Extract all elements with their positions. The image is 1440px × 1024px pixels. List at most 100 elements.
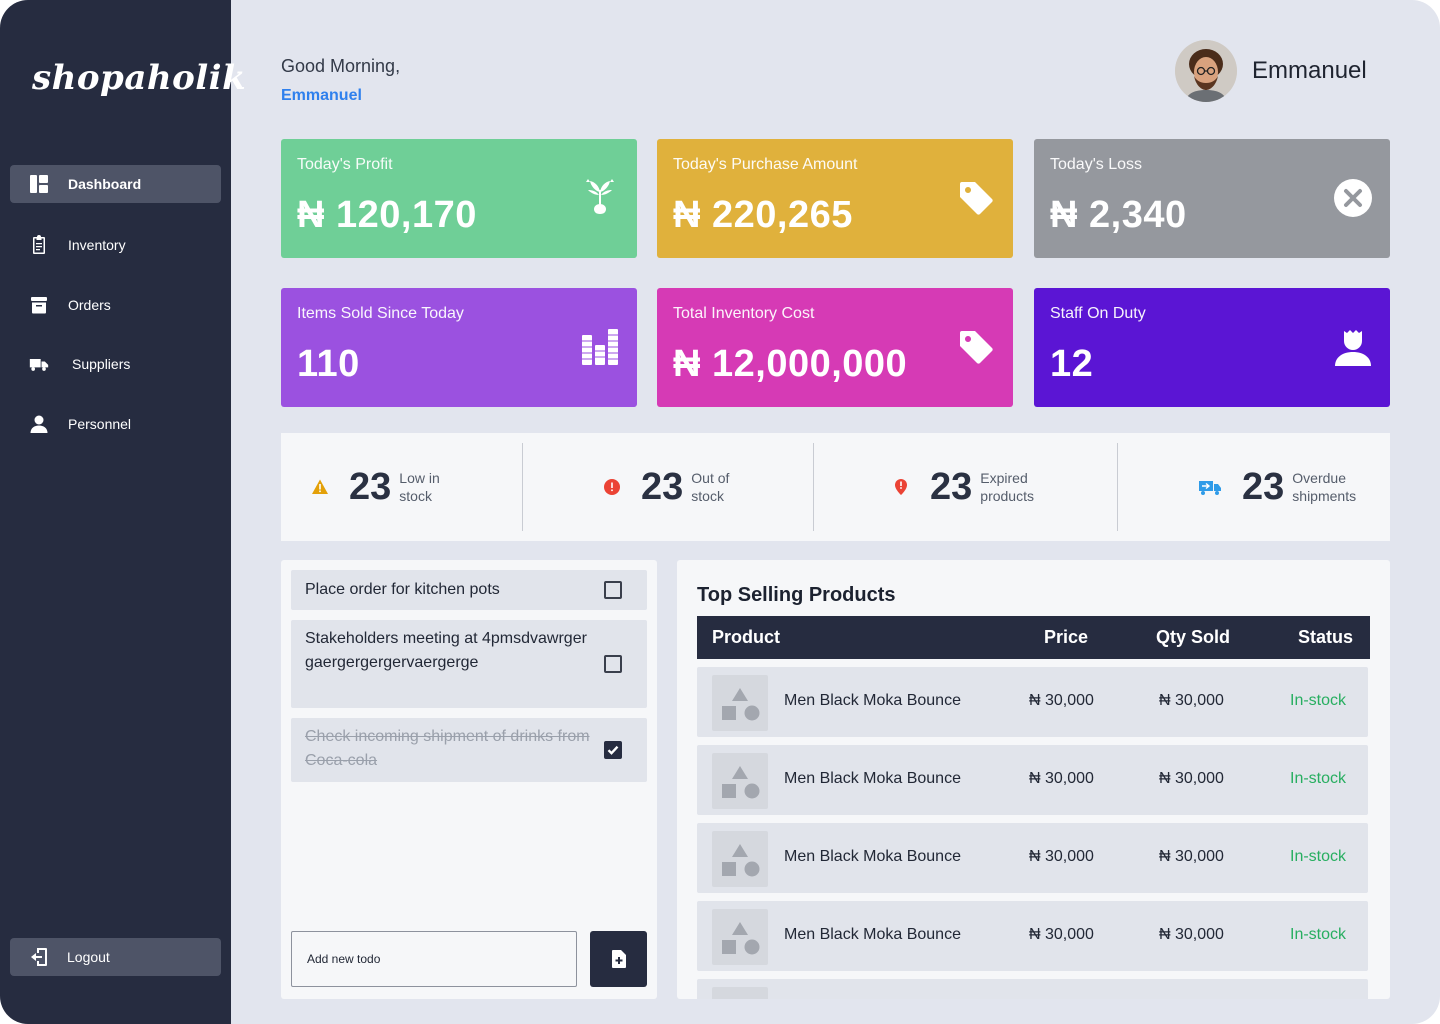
- alert-expired-products[interactable]: 23 Expired products: [892, 433, 1050, 541]
- product-qty-sold: ₦ 30,000: [1159, 926, 1224, 943]
- brand-logo: shopaholik: [32, 58, 247, 98]
- column-header-qty-sold: Qty Sold: [1156, 627, 1231, 647]
- product-image-placeholder-icon: [712, 909, 768, 965]
- person-icon: [28, 413, 50, 435]
- map-pin-alert-icon: [895, 479, 907, 495]
- table-row[interactable]: Men Black Moka Bounce ₦ 30,000 ₦ 30,000 …: [697, 901, 1368, 971]
- sidebar-item-inventory[interactable]: Inventory: [10, 226, 221, 264]
- alert-label: Overdue shipments: [1292, 470, 1357, 504]
- sidebar-item-label: Dashboard: [68, 176, 142, 192]
- todo-text: Stakeholders meeting at 4pmsdvawrgergaer…: [305, 630, 587, 671]
- sidebar-item-label: Orders: [68, 297, 111, 313]
- app-frame: shopaholik Dashboard Inventory Orders Su…: [0, 0, 1440, 1024]
- alert-overdue-shipments[interactable]: 23 Overdue shipments: [1198, 433, 1367, 541]
- alert-low-in-stock[interactable]: 23 Low in stock: [311, 433, 459, 541]
- price-tag-icon: [955, 326, 997, 368]
- card-staff-on-duty: Staff On Duty 12: [1034, 288, 1390, 407]
- alert-count: 23: [1242, 465, 1285, 508]
- divider: [1117, 443, 1118, 531]
- bar-chart-icon: [579, 326, 621, 368]
- card-todays-profit: Today's Profit ₦ 120,170: [281, 139, 637, 258]
- greeting-name: Emmanuel: [281, 87, 362, 104]
- status-badge: In-stock: [1290, 770, 1347, 787]
- todo-item[interactable]: Place order for kitchen pots: [291, 570, 647, 610]
- greeting-text: Good Morning,: [281, 56, 401, 76]
- alert-out-of-stock[interactable]: 23 Out of stock: [603, 433, 746, 541]
- x-circle-icon: [1332, 177, 1374, 219]
- card-value: ₦ 2,340: [1050, 194, 1187, 236]
- alert-label: Out of stock: [691, 470, 730, 504]
- shipping-truck-icon: [1199, 481, 1221, 495]
- logout-icon: [28, 946, 50, 968]
- product-name: Men Black Moka Bounce: [784, 926, 961, 943]
- sidebar-item-dashboard[interactable]: Dashboard: [10, 165, 221, 203]
- todo-checkbox[interactable]: [604, 655, 622, 673]
- logout-label: Logout: [67, 949, 110, 965]
- card-value: ₦ 220,265: [673, 194, 853, 236]
- archive-box-icon: [28, 294, 50, 316]
- todo-item[interactable]: Stakeholders meeting at 4pmsdvawrgergaer…: [291, 620, 647, 708]
- sidebar-item-label: Personnel: [68, 416, 132, 432]
- card-title: Items Sold Since Today: [297, 305, 464, 322]
- sidebar: shopaholik Dashboard Inventory Orders Su…: [0, 0, 246, 1024]
- section-title: Top Selling Products: [697, 584, 896, 606]
- todo-text: Check incoming shipment of drinks from C…: [305, 728, 590, 769]
- table-row[interactable]: Men Black Moka Bounce ₦ 30,000 ₦ 30,000 …: [697, 823, 1368, 893]
- new-todo-input[interactable]: [291, 931, 577, 987]
- delivery-truck-icon: [28, 353, 50, 375]
- todo-checkbox[interactable]: [604, 581, 622, 599]
- divider: [522, 443, 523, 531]
- sidebar-item-label: Inventory: [68, 237, 126, 253]
- card-total-inventory-cost: Total Inventory Cost ₦ 12,000,000: [657, 288, 1013, 407]
- card-value: 12: [1050, 343, 1094, 385]
- table-row[interactable]: Men Black Moka Bounce ₦ 30,000 ₦ 30,000 …: [697, 745, 1368, 815]
- column-header-price: Price: [1044, 627, 1089, 647]
- card-title: Today's Profit: [297, 156, 393, 173]
- todo-panel: Place order for kitchen pots Stakeholder…: [281, 560, 657, 999]
- card-title: Today's Loss: [1050, 156, 1142, 173]
- product-name: Men Black Moka Bounce: [784, 692, 961, 709]
- alert-label: Low in stock: [399, 470, 440, 504]
- alert-circle-icon: [604, 479, 620, 495]
- price-tag-icon: [955, 177, 997, 219]
- product-name: Men Black Moka Bounce: [784, 770, 961, 787]
- card-value: ₦ 120,170: [297, 194, 477, 236]
- staff-icon: [1332, 326, 1374, 368]
- column-header-status: Status: [1298, 627, 1354, 647]
- divider: [813, 443, 814, 531]
- product-qty-sold: ₦ 30,000: [1159, 848, 1224, 865]
- product-price: ₦ 30,000: [1029, 770, 1094, 787]
- table-row[interactable]: Men Black Moka Bounce ₦ 30,000 ₦ 30,000 …: [697, 667, 1368, 737]
- todo-checkbox[interactable]: [604, 741, 622, 759]
- add-todo-button[interactable]: [590, 931, 647, 987]
- logout-button[interactable]: Logout: [10, 938, 221, 976]
- sidebar-item-label: Suppliers: [72, 356, 131, 372]
- avatar[interactable]: [1175, 40, 1237, 102]
- alert-count: 23: [641, 465, 684, 508]
- product-price: ₦ 30,000: [1029, 848, 1094, 865]
- alert-label: Expired products: [980, 470, 1034, 504]
- product-image-placeholder-icon: [712, 753, 768, 809]
- product-price: ₦ 30,000: [1029, 692, 1094, 709]
- sidebar-item-orders[interactable]: Orders: [10, 286, 221, 324]
- card-title: Staff On Duty: [1050, 305, 1146, 322]
- status-badge: In-stock: [1290, 926, 1347, 943]
- status-badge: In-stock: [1290, 848, 1347, 865]
- money-plant-icon: [579, 175, 621, 217]
- inventory-alerts: 23 Low in stock 23 Out of stock 23 Expir…: [281, 433, 1390, 541]
- clipboard-icon: [28, 234, 50, 256]
- top-selling-products: Top Selling Products Product Price Qty S…: [677, 560, 1390, 999]
- card-todays-loss: Today's Loss ₦ 2,340: [1034, 139, 1390, 258]
- column-header-product: Product: [712, 627, 781, 647]
- user-name: Emmanuel: [1252, 57, 1367, 84]
- table-header: Product Price Qty Sold Status: [697, 616, 1370, 659]
- table-row[interactable]: [697, 979, 1368, 999]
- todo-item[interactable]: Check incoming shipment of drinks from C…: [291, 718, 647, 782]
- card-title: Total Inventory Cost: [673, 305, 815, 322]
- card-items-sold: Items Sold Since Today 110: [281, 288, 637, 407]
- alert-count: 23: [349, 465, 392, 508]
- todo-text: Place order for kitchen pots: [305, 581, 500, 598]
- sidebar-item-suppliers[interactable]: Suppliers: [10, 345, 221, 383]
- product-image-placeholder-icon: [712, 675, 768, 731]
- sidebar-item-personnel[interactable]: Personnel: [10, 405, 221, 443]
